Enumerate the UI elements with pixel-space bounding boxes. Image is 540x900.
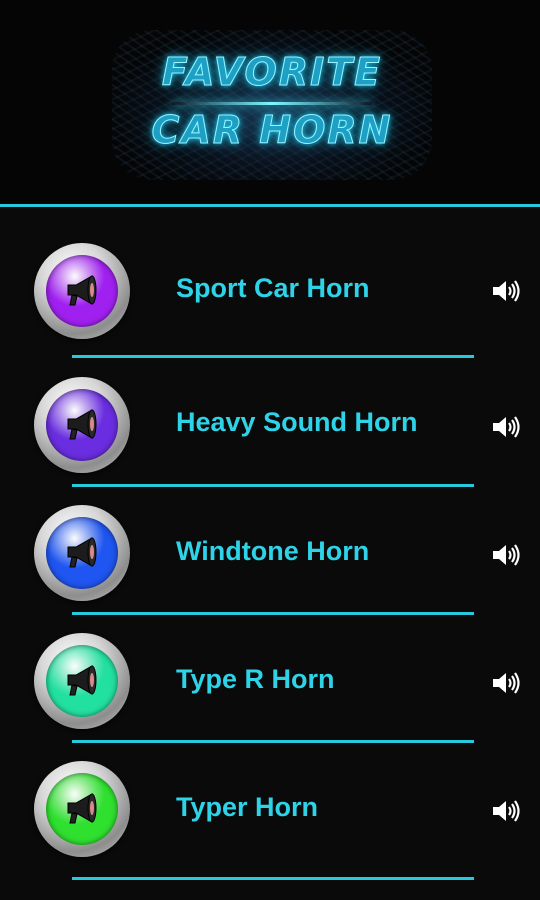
horn-row[interactable]: Typer Horn (0, 719, 540, 880)
speaker-icon[interactable] (490, 413, 522, 441)
speaker-icon[interactable] (490, 797, 522, 825)
horn-label[interactable]: Type R Horn (176, 664, 335, 695)
horn-label[interactable]: Sport Car Horn (176, 273, 370, 304)
horn-button-face (46, 773, 118, 845)
horn-button-face (46, 645, 118, 717)
horn-button[interactable] (34, 505, 130, 601)
horn-button[interactable] (34, 243, 130, 339)
horn-button[interactable] (34, 377, 130, 473)
horn-row[interactable]: Sport Car Horn (0, 207, 540, 358)
megaphone-icon (67, 537, 97, 568)
megaphone-icon (67, 665, 97, 696)
horn-label[interactable]: Typer Horn (176, 792, 318, 823)
horn-button-face (46, 517, 118, 589)
logo-title-line-2: CAR HORN (151, 108, 393, 153)
horn-row[interactable]: Heavy Sound Horn (0, 335, 540, 487)
megaphone-icon (67, 409, 97, 440)
horn-button[interactable] (34, 761, 130, 857)
megaphone-icon (67, 275, 97, 306)
horn-button[interactable] (34, 633, 130, 729)
horn-label[interactable]: Windtone Horn (176, 536, 369, 567)
megaphone-icon (67, 793, 97, 824)
app-logo: FAVORITE CAR HORN (112, 30, 432, 180)
logo-glow-line (172, 102, 372, 105)
logo-title-line-1: FAVORITE (161, 50, 383, 95)
speaker-icon[interactable] (490, 669, 522, 697)
row-divider (72, 877, 474, 880)
horn-button-face (46, 255, 118, 327)
app-header: FAVORITE CAR HORN (0, 0, 540, 205)
horn-button-face (46, 389, 118, 461)
horn-row[interactable]: Type R Horn (0, 591, 540, 743)
speaker-icon[interactable] (490, 277, 522, 305)
horn-row[interactable]: Windtone Horn (0, 463, 540, 615)
horn-label[interactable]: Heavy Sound Horn (176, 407, 418, 438)
speaker-icon[interactable] (490, 541, 522, 569)
